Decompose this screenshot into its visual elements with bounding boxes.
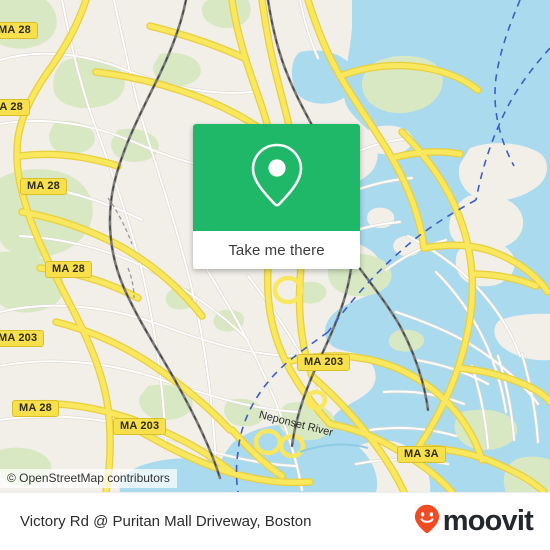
road-shield-ma28: MA 28 <box>0 22 38 39</box>
road-shield-ma203: MA 203 <box>297 354 351 371</box>
map-canvas[interactable]: MA 28 MA 28 MA 28 MA 28 MA 203 MA 28 MA … <box>0 0 550 492</box>
card-pin-area <box>193 124 360 231</box>
road-shield-ma28: MA 28 <box>20 178 67 195</box>
moovit-wordmark: moovit <box>442 505 534 537</box>
take-me-there-label: Take me there <box>228 241 325 259</box>
footer-bar: Victory Rd @ Puritan Mall Driveway, Bost… <box>0 492 550 550</box>
road-shield-ma28: MA 28 <box>12 400 59 417</box>
station-title: Victory Rd @ Puritan Mall Driveway, Bost… <box>20 513 312 530</box>
map-attribution[interactable]: © OpenStreetMap contributors <box>0 469 177 488</box>
location-pin-icon <box>249 142 305 213</box>
road-shield-ma28: MA 28 <box>45 261 92 278</box>
road-shield-ma203: MA 203 <box>113 418 167 435</box>
moovit-smiley-pin-icon <box>414 504 440 539</box>
road-shield-ma3a: MA 3A <box>397 446 446 463</box>
road-shield-ma203: MA 203 <box>0 330 45 347</box>
road-shield-ma28: MA 28 <box>0 99 30 116</box>
take-me-there-card[interactable]: Take me there <box>193 124 360 269</box>
card-action-area[interactable]: Take me there <box>193 231 360 269</box>
map-screenshot: MA 28 MA 28 MA 28 MA 28 MA 203 MA 28 MA … <box>0 0 550 550</box>
moovit-logo[interactable]: moovit <box>414 504 534 539</box>
